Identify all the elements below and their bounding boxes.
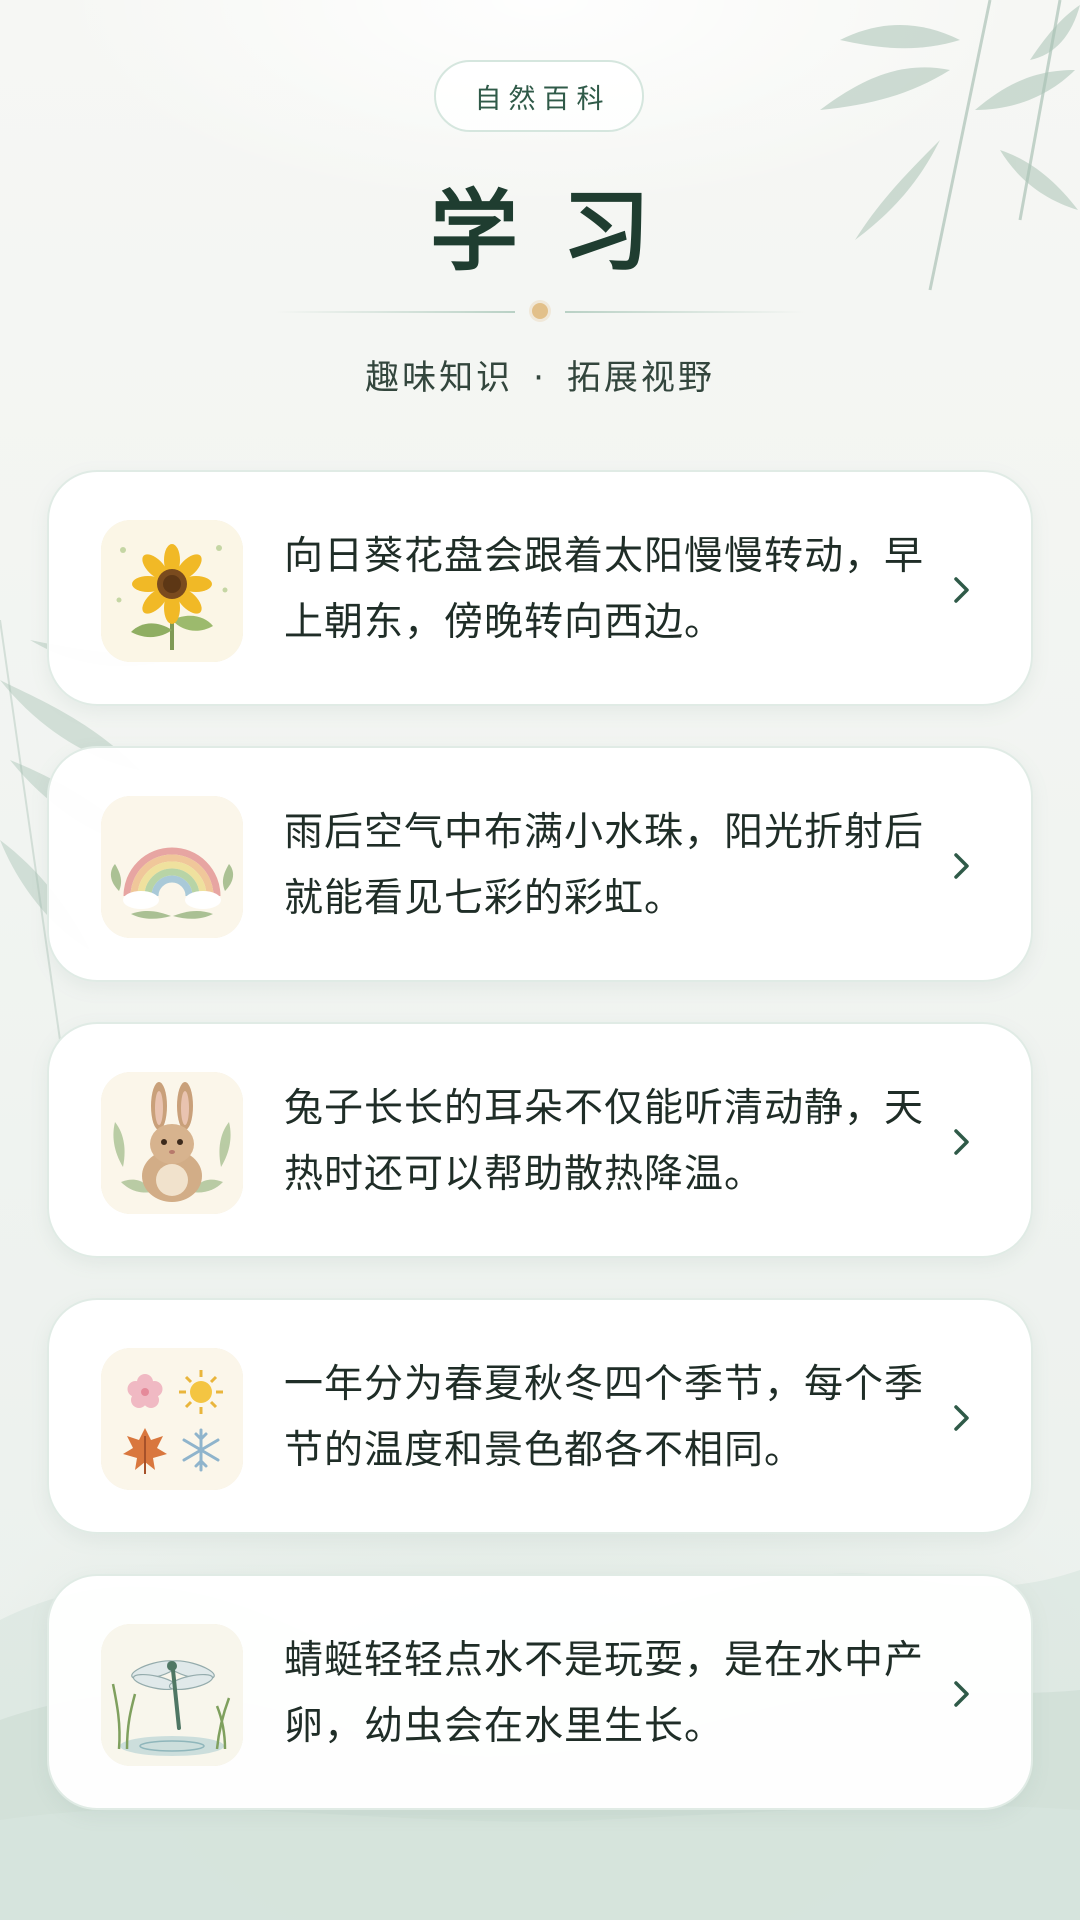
dragonfly-icon	[101, 1624, 243, 1766]
rainbow-icon	[101, 796, 243, 938]
chevron-right-icon	[941, 570, 981, 610]
fact-text: 向日葵花盘会跟着太阳慢慢转动，早上朝东，傍晚转向西边。	[284, 534, 925, 645]
fact-card-rabbit[interactable]: 兔子长长的耳朵不仅能听清动静，天热时还可以帮助散热降温。	[47, 1022, 1033, 1258]
chevron-right-icon	[941, 1674, 981, 1714]
chevron-right-icon	[941, 1122, 981, 1162]
fact-text: 一年分为春夏秋冬四个季节，每个季节的温度和景色都各不相同。	[284, 1362, 925, 1473]
fact-text: 雨后空气中布满小水珠，阳光折射后就能看见七彩的彩虹。	[284, 810, 925, 921]
chevron-right-icon	[941, 1398, 981, 1438]
title-divider-right	[565, 311, 805, 313]
fact-text: 兔子长长的耳朵不仅能听清动静，天热时还可以帮助散热降温。	[284, 1086, 925, 1197]
page-title: 学习	[429, 180, 694, 283]
subtitle-right: 拓展视野	[566, 358, 715, 398]
category-badge: 自然百科	[434, 60, 644, 132]
title-divider-left	[275, 311, 515, 313]
rabbit-icon	[101, 1072, 243, 1214]
title-divider-dot	[532, 303, 548, 319]
fact-text: 蜻蜓轻轻点水不是玩耍，是在水中产卵，幼虫会在水里生长。	[284, 1638, 925, 1749]
fact-card-dragonfly[interactable]: 蜻蜓轻轻点水不是玩耍，是在水中产卵，幼虫会在水里生长。	[47, 1574, 1033, 1810]
fact-card-sunflower[interactable]: 向日葵花盘会跟着太阳慢慢转动，早上朝东，傍晚转向西边。	[47, 470, 1033, 706]
subtitle-left: 趣味知识	[365, 358, 514, 398]
page-subtitle: 趣味知识 · 拓展视野	[0, 354, 1080, 402]
sunflower-icon	[101, 520, 243, 662]
fact-card-rainbow[interactable]: 雨后空气中布满小水珠，阳光折射后就能看见七彩的彩虹。	[47, 746, 1033, 982]
subtitle-separator: ·	[533, 358, 547, 398]
fact-card-seasons[interactable]: 一年分为春夏秋冬四个季节，每个季节的温度和景色都各不相同。	[47, 1298, 1033, 1534]
seasons-icon	[101, 1348, 243, 1490]
chevron-right-icon	[941, 846, 981, 886]
